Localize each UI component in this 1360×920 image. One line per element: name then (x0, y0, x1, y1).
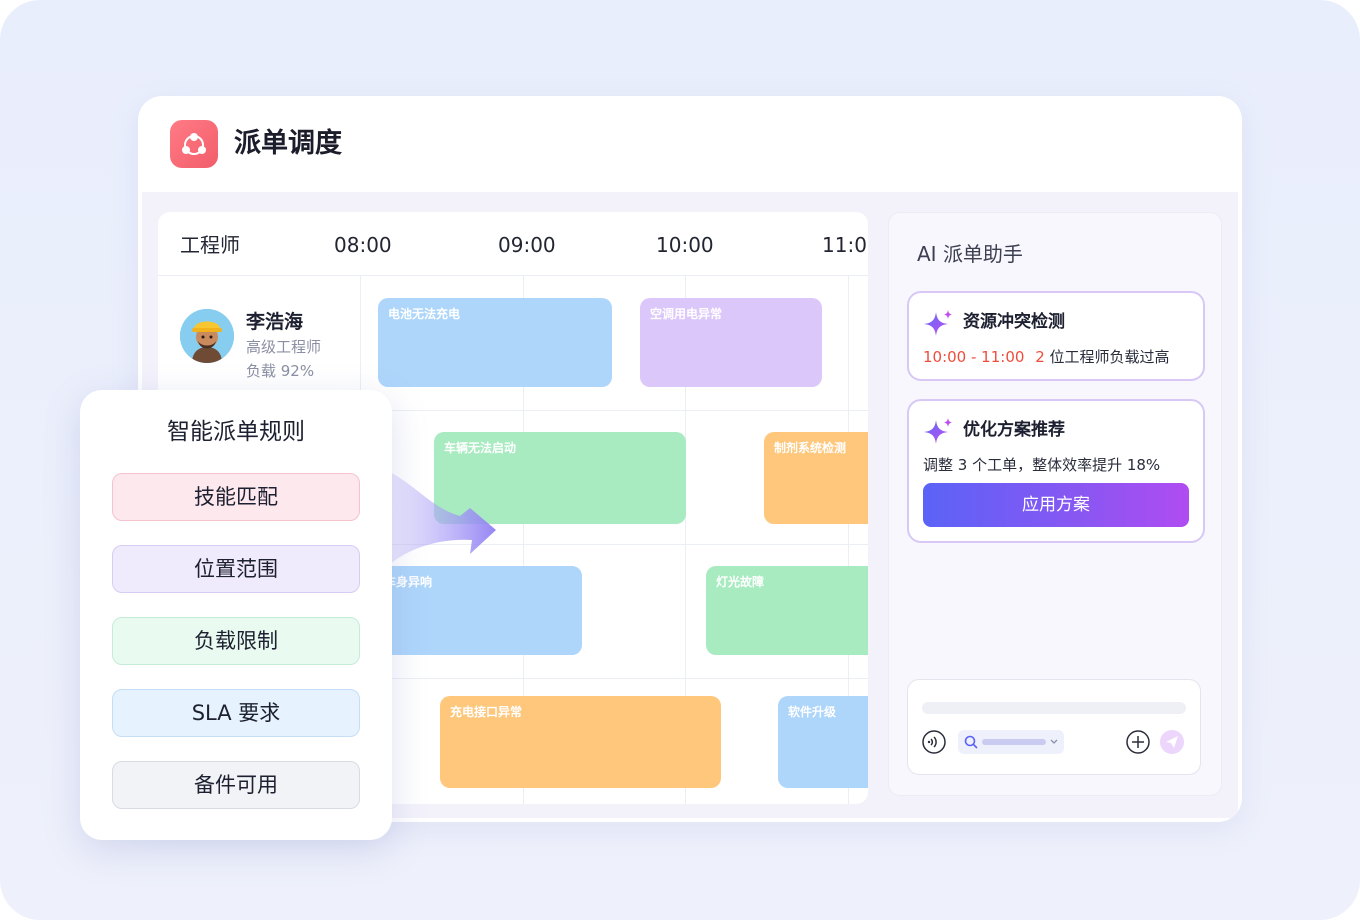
rule-location-range[interactable]: 位置范围 (112, 545, 360, 593)
engineer-load: 负载 92% (246, 362, 315, 380)
task-card[interactable]: 软件升级 (778, 696, 868, 788)
app-logo-icon (170, 120, 218, 168)
chat-input-field[interactable] (922, 702, 1186, 714)
task-card[interactable]: 电池无法充电 (378, 298, 612, 387)
rule-load-limit[interactable]: 负载限制 (112, 617, 360, 665)
conflict-card[interactable]: 资源冲突检测 10:00 - 11:00 2 位工程师负载过高 (907, 291, 1205, 381)
task-card[interactable]: 空调用电异常 (640, 298, 822, 387)
model-placeholder-bar (982, 739, 1046, 745)
window-header: 派单调度 (138, 96, 1242, 192)
model-selector[interactable] (958, 730, 1064, 754)
conflict-time: 10:00 - 11:00 (923, 348, 1025, 366)
chevron-down-icon (1050, 739, 1058, 744)
send-icon[interactable] (1160, 730, 1184, 754)
rules-title: 智能派单规则 (167, 419, 305, 445)
time-header-1100: 11:00 (822, 233, 868, 257)
task-card[interactable]: 制剂系统检测 (764, 432, 868, 524)
engineer-row-header[interactable]: 李浩海 高级工程师 负载 92% (180, 309, 340, 389)
apply-plan-button[interactable]: 应用方案 (923, 483, 1189, 527)
task-card[interactable]: 灯光故障 (706, 566, 868, 655)
time-header-0900: 09:00 (498, 233, 556, 257)
engineer-role: 高级工程师 (246, 338, 322, 356)
rule-spare-parts[interactable]: 备件可用 (112, 761, 360, 809)
time-header-0800: 08:00 (334, 233, 392, 257)
ai-panel-title: AI 派单助手 (917, 242, 1023, 266)
time-header-1000: 10:00 (656, 233, 714, 257)
rule-skill-match[interactable]: 技能匹配 (112, 473, 360, 521)
task-card[interactable]: 充电接口异常 (440, 696, 721, 788)
voice-icon[interactable] (922, 730, 946, 754)
sparkle-icon (924, 310, 952, 336)
conflict-text: 位工程师负载过高 (1049, 348, 1170, 366)
chat-input-box[interactable] (907, 679, 1201, 775)
arrow-icon (380, 468, 496, 564)
app-title: 派单调度 (234, 128, 342, 159)
rule-sla[interactable]: SLA 要求 (112, 689, 360, 737)
plus-icon[interactable] (1126, 730, 1150, 754)
board-header: 工程师 08:00 09:00 10:00 11:00 (158, 212, 868, 276)
ai-assistant-panel: AI 派单助手 资源冲突检测 10:00 - 11:00 2 位工程师负载过高 (888, 212, 1222, 796)
optimization-text: 调整 3 个工单，整体效率提升 18% (923, 456, 1161, 474)
optimization-card: 优化方案推荐 调整 3 个工单，整体效率提升 18% 应用方案 (907, 399, 1205, 543)
avatar (180, 309, 234, 363)
engineer-name: 李浩海 (246, 311, 304, 333)
optimization-title: 优化方案推荐 (963, 420, 1065, 440)
dispatch-rules-panel: 智能派单规则 技能匹配 位置范围 负载限制 SLA 要求 备件可用 (80, 390, 392, 840)
conflict-title: 资源冲突检测 (963, 312, 1065, 332)
conflict-count: 2 (1035, 348, 1045, 366)
conflict-description: 10:00 - 11:00 2 位工程师负载过高 (923, 347, 1170, 367)
engineer-column-header: 工程师 (180, 233, 240, 257)
search-icon (964, 735, 978, 749)
sparkle-icon (924, 418, 952, 444)
